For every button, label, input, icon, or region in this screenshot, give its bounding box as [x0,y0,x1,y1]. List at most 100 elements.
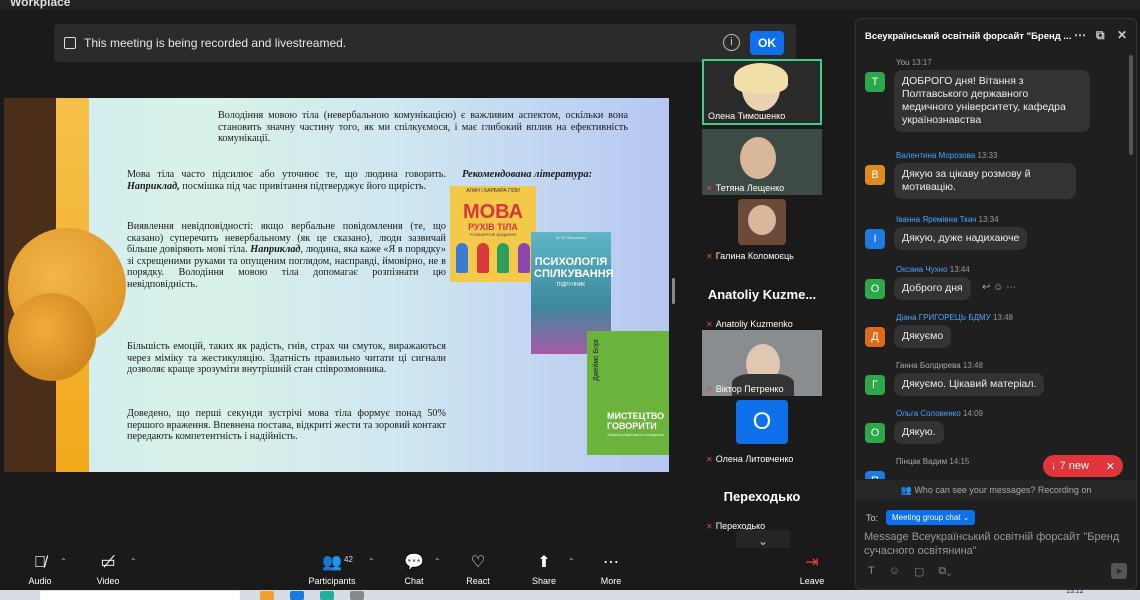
message-sender: Оксана Чухно 13:44 [896,265,970,274]
slide-paragraph-3: Більшість емоцій, таких як радість, гнів… [127,341,446,376]
split-handle[interactable] [672,278,675,304]
recipient-select[interactable]: Meeting group chat ⌄ [886,510,976,525]
top-bar: Workplace [0,0,1140,10]
sender-avatar: О [865,423,885,443]
chevron-down-icon: ⌄ [757,534,769,548]
slide-text: посмішка під час привітання підтверджує … [182,180,427,192]
message-bubble[interactable]: Доброго дня [894,277,971,300]
close-icon[interactable]: ✕ [1106,460,1115,473]
chevron-up-icon[interactable]: ⌃ [368,557,375,566]
chevron-up-icon[interactable]: ⌃ [568,557,575,566]
ok-button[interactable]: OK [750,31,784,55]
message-bubble[interactable]: Дякуємо [894,325,952,348]
meeting-toolbar: 🎙̸ Audio ⌃ ▭̸ Video ⌃ 👥 42 Participants … [0,548,852,590]
recipient-row: To: Meeting group chat ⌄ [866,510,976,525]
message-input[interactable]: Message Всеукраїнський освітній форсайт … [864,530,1128,558]
audio-button[interactable]: 🎙̸ Audio ⌃ [12,553,68,586]
sender-avatar: О [865,279,885,299]
taskbar-search[interactable] [40,591,240,600]
participant-display-name: Переходько [723,489,801,504]
sender-avatar: В [865,165,885,185]
participant-tile[interactable]: ✕ Віктор Петренко [702,330,822,396]
participant-avatar: O [736,400,788,444]
popout-icon[interactable]: ⧉ [1096,28,1105,43]
sender-avatar: І [865,229,885,249]
chat-message-list: You 13:17 T ДОБРОГО дня! Вітання з Полта… [856,55,1128,479]
send-icon: ➤ [1115,566,1123,576]
video-feed [748,205,776,235]
message-actions[interactable]: ↩ ☺ ⋯ [982,282,1016,293]
participant-tile[interactable]: Олена Тимошенко [702,59,822,125]
arrow-down-icon: ↓ [1051,460,1057,472]
participant-name: ✕ Anatoliy Kuzmenko [706,319,793,329]
close-icon[interactable]: ✕ [1117,28,1127,42]
chevron-up-icon[interactable]: ⌃ [130,557,137,566]
file-icon[interactable]: ▢ [914,565,924,578]
video-feed [734,63,788,93]
reply-icon[interactable]: ↩ [982,282,990,293]
more-options-icon[interactable]: ⋯ [1006,282,1016,293]
record-icon [64,37,76,49]
more-button[interactable]: ⋯ More [583,553,639,586]
message-bubble[interactable]: ДОБРОГО дня! Вітання з Полтавського держ… [894,70,1090,132]
participant-display-name: Anatoliy Kuzme... [707,287,817,302]
recording-banner-text: This meeting is being recorded and lives… [84,36,347,50]
screenshot-icon[interactable]: ⧉⌄ [938,565,951,578]
sender-avatar: T [865,72,885,92]
participant-name: ✕ Тетяна Лещенко [706,183,785,193]
slide-text: Мова тіла часто підсилює або уточнює те,… [127,169,446,180]
chat-button[interactable]: 💬 Chat ⌃ [386,553,442,586]
app-icon[interactable] [320,591,334,600]
mic-muted-icon: ✕ [706,319,713,329]
book-author: М. М. Філоненко [555,235,587,240]
new-messages-button[interactable]: ↓ 7 new ✕ [1043,455,1123,477]
book-title: МОВА [462,201,524,223]
participant-tile[interactable]: Anatoliy Kuzme... ✕ Anatoliy Kuzmenko [702,265,822,331]
video-button[interactable]: ▭̸ Video ⌃ [80,553,137,586]
participant-tile[interactable]: ✕ Тетяна Лещенко [702,129,822,195]
message-sender: Діана ГРИГОРЕЦЬ БДМУ 13:48 [896,313,1013,322]
participant-tile[interactable]: ✕ Галина Коломоєць [702,197,822,263]
chevron-up-icon[interactable]: ⌃ [60,557,67,566]
app-brand: Workplace [10,0,71,9]
message-bubble[interactable]: Дякуємо. Цікавий матеріал. [894,373,1045,396]
app-icon[interactable] [350,591,364,600]
emoji-icon[interactable]: ☺ [889,565,900,578]
sender-avatar: П [865,471,885,479]
people-icon: 👥 [900,485,912,495]
format-text-icon[interactable]: T [868,565,875,578]
participants-button[interactable]: 👥 42 Participants ⌃ [304,553,374,586]
more-options-icon[interactable]: ⋯ [1074,28,1086,42]
chevron-up-icon[interactable]: ⌃ [434,557,441,566]
message-bubble[interactable]: Дякую, дуже надихаюче [894,227,1028,250]
message-bubble[interactable]: Дякую. [894,421,944,444]
chat-visibility-notice[interactable]: 👥 Who can see your messages? Recording o… [856,480,1136,500]
message-sender: Іванна Яремівна Ткач 13:34 [896,215,999,224]
participants-count: 42 [344,555,353,564]
mic-muted-icon: ✕ [706,251,713,261]
more-icon: ⋯ [603,554,619,571]
to-label: To: [866,512,879,523]
message-sender: Валентина Морозова 13:33 [896,151,998,160]
book-subtitle: РОЗШИРЕНЕ ВИДАННЯ [469,232,517,237]
react-button[interactable]: ♡ React [450,553,506,586]
message-bubble[interactable]: Дякую за цікаву розмову й мотивацію. [894,163,1076,199]
slide-paragraph-intro: Володіння мовою тіла (невербальною комун… [218,110,628,145]
participant-tile[interactable]: O ✕ Олена Литовченко [702,400,822,466]
browser-icon[interactable] [290,591,304,600]
participant-tile[interactable]: Переходько ✕ Переходько [702,467,822,533]
book-illustration [452,243,534,273]
share-button[interactable]: ⬆ Share ⌃ [516,553,575,586]
leave-icon: ⇥ [805,554,819,571]
participant-name: ✕ Олена Литовченко [706,454,794,464]
book-author: АЛАН І БАРБАРА ПІЗИ [466,188,520,194]
chat-scrollbar[interactable] [1129,55,1133,155]
chat-panel: Всеукраїнський освітній форсайт "Бренд .… [855,18,1137,590]
emoji-react-icon[interactable]: ☺ [993,282,1003,293]
folder-icon[interactable] [260,591,274,600]
recommended-literature-title: Рекомендована література: [462,169,593,180]
send-button[interactable]: ➤ [1111,563,1127,579]
message-sender: Пінцак Вадим 14:15 [896,457,970,466]
leave-button[interactable]: ⇥ Leave [784,553,840,586]
info-icon[interactable]: i [723,34,740,51]
